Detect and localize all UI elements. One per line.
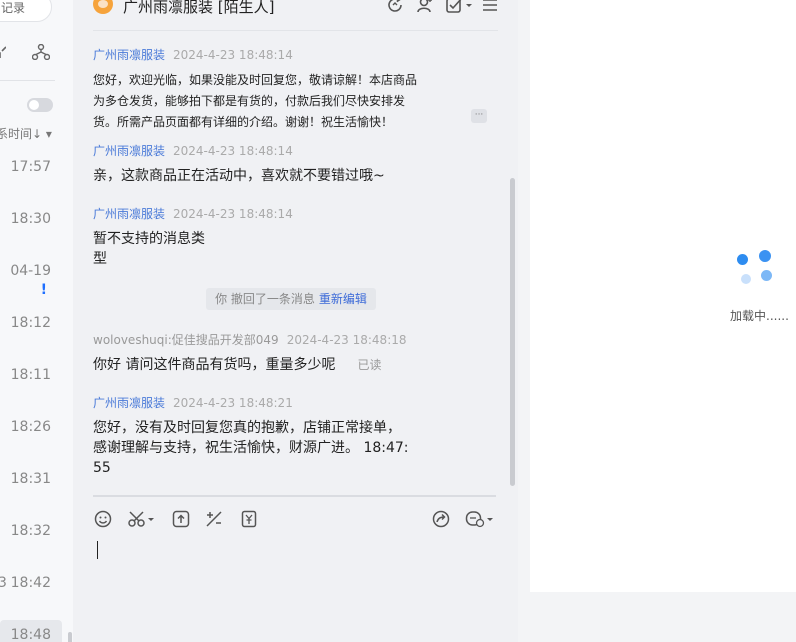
unread-alert-badge: !	[40, 282, 47, 298]
message-text: 您好，没有及时回复您真的抱歉，店铺正常接单， 感谢理解与支持，祝生活愉快，财源广…	[93, 418, 409, 478]
message-time: 2024-4-23 18:48:14	[173, 48, 293, 62]
message-line: 你好 请问这件商品有货吗，重量多少呢	[93, 357, 336, 373]
message-meta: 广州雨凛服装 2024-4-23 18:48:14	[93, 142, 385, 159]
conversation-time[interactable]: 18:26	[11, 419, 51, 435]
message-time: 2024-4-23 18:48:21	[173, 396, 293, 410]
composer-divider	[93, 495, 496, 497]
message-meta: woloveshuqi:促佳搜品开发部049 2024-4-23 18:48:18	[93, 331, 407, 348]
add-contact-icon[interactable]	[416, 0, 434, 14]
conversation-time[interactable]: 18:11	[11, 367, 51, 383]
conversation-time[interactable]: 17:57	[11, 159, 51, 175]
task-check-dropdown-icon[interactable]	[446, 0, 474, 14]
message-time: 2024-4-23 18:48:14	[173, 207, 293, 221]
sender-name[interactable]: 广州雨凛服装	[93, 144, 165, 158]
recall-notice: 你 撤回了一条消息 重新编辑	[206, 288, 376, 310]
menu-icon[interactable]	[482, 0, 498, 14]
message-meta: 广州雨凛服装 2024-4-23 18:48:14	[93, 205, 293, 222]
chat-message: 广州雨凛服装 2024-4-23 18:48:14 您好，欢迎光临，如果没能及时回…	[93, 46, 417, 133]
message-text: 你好 请问这件商品有货吗，重量多少呢 已读	[93, 355, 407, 375]
header-actions	[378, 0, 498, 18]
org-structure-icon[interactable]	[31, 43, 51, 64]
chat-scrollbar[interactable]	[510, 178, 515, 486]
message-line: 您好，没有及时回复您真的抱歉，店铺正常接单，	[93, 420, 401, 436]
conversation-time[interactable]: 04-19	[10, 263, 51, 279]
sort-by-time-dropdown[interactable]: 系时间↓ ▾	[0, 125, 52, 142]
sender-name[interactable]: 广州雨凛服装	[93, 396, 165, 410]
conversation-time[interactable]: 18:32	[11, 523, 51, 539]
chat-message: 广州雨凛服装 2024-4-23 18:48:14 暂不支持的消息类 型	[93, 205, 293, 269]
message-time: 2024-4-23 18:48:18	[286, 333, 407, 347]
upload-file-icon[interactable]	[172, 510, 190, 528]
message-line: 暂不支持的消息类	[93, 231, 205, 247]
conversation-time[interactable]: 18:48	[11, 627, 51, 642]
conversation-time[interactable]: 18:31	[11, 471, 51, 487]
conversation-time[interactable]: 18:42	[11, 575, 51, 591]
read-status: 已读	[357, 358, 382, 372]
filter-toggle[interactable]	[27, 98, 53, 112]
chat-title: 广州雨凛服装 [陌生人]	[123, 0, 275, 16]
message-text: 暂不支持的消息类 型	[93, 229, 293, 269]
discount-icon[interactable]	[205, 510, 223, 528]
shop-avatar[interactable]	[93, 0, 113, 14]
detail-panel: 加载中......	[530, 0, 796, 592]
history-dropdown-icon[interactable]	[465, 510, 495, 528]
quick-reply-icon[interactable]	[432, 510, 450, 528]
chat-message: 广州雨凛服装 2024-4-23 18:48:21 您好，没有及时回复您真的抱歉，…	[93, 394, 409, 478]
message-text: 亲，这款商品正在活动中，喜欢就不要错过哦~	[93, 166, 385, 186]
coupon-icon[interactable]	[240, 510, 258, 528]
message-line: 您好，欢迎光临，如果没能及时回复您，敬请谅解！本店商品	[93, 73, 418, 87]
chat-message: woloveshuqi:促佳搜品开发部049 2024-4-23 18:48:18…	[93, 331, 407, 375]
header-divider	[93, 30, 498, 31]
message-input[interactable]	[97, 541, 98, 559]
list-scrollbar[interactable]	[68, 632, 72, 642]
more-options-button[interactable]: ···	[471, 109, 487, 123]
message-line: 货。所需产品页面都有详细的介绍。谢谢！祝生活愉快！	[93, 115, 394, 129]
sender-name[interactable]: 广州雨凛服装	[93, 207, 165, 221]
message-time: 2024-4-23 18:48:14	[173, 144, 293, 158]
conversation-time[interactable]: 18:30	[11, 211, 51, 227]
sender-name[interactable]: woloveshuqi:促佳搜品开发部049	[93, 333, 279, 347]
chat-message: 广州雨凛服装 2024-4-23 18:48:14 亲，这款商品正在活动中，喜欢就…	[93, 142, 385, 186]
emoji-icon[interactable]	[94, 510, 112, 528]
re-edit-link[interactable]: 重新编辑	[319, 292, 367, 306]
chat-header: 广州雨凛服装 [陌生人]	[73, 0, 518, 31]
message-meta: 广州雨凛服装 2024-4-23 18:48:14	[93, 46, 417, 63]
list-toolbar	[0, 43, 73, 64]
sender-name[interactable]: 广州雨凛服装	[93, 48, 165, 62]
conversation-list-panel: 记录 系时间↓ ▾ 17:57 18:30 04-19 ! 18:12 18:1…	[0, 0, 74, 642]
message-line: 亲，这款商品正在活动中，喜欢就不要错过哦~	[93, 168, 385, 184]
recall-notice-text: 你 撤回了一条消息	[215, 292, 315, 306]
loading-text: 加载中......	[730, 309, 789, 323]
message-line: 55	[93, 460, 111, 476]
message-line: 型	[93, 251, 107, 267]
search-history-input[interactable]: 记录	[0, 0, 52, 22]
refresh-icon[interactable]	[386, 0, 404, 14]
chat-panel: 广州雨凛服装 [陌生人] 广州雨凛服装 2024-4-23 18:48:14 您好…	[73, 0, 518, 642]
filter-icon[interactable]	[0, 44, 7, 64]
screenshot-scissors-icon[interactable]	[128, 510, 156, 528]
message-text: 您好，欢迎光临，如果没能及时回复您，敬请谅解！本店商品 为多仓发货，能够拍下都是…	[93, 70, 417, 133]
conversation-name-partial: 3	[0, 575, 7, 591]
conversation-time[interactable]: 18:12	[11, 315, 51, 331]
message-meta: 广州雨凛服装 2024-4-23 18:48:21	[93, 394, 409, 411]
message-line: 感谢理解与支持，祝生活愉快，财源广进。 18:47:	[93, 440, 409, 456]
message-line: 为多仓发货，能够拍下都是有货的，付款后我们尽快安排发	[93, 94, 406, 108]
list-divider	[0, 80, 55, 81]
loading-spinner-icon	[737, 250, 777, 290]
